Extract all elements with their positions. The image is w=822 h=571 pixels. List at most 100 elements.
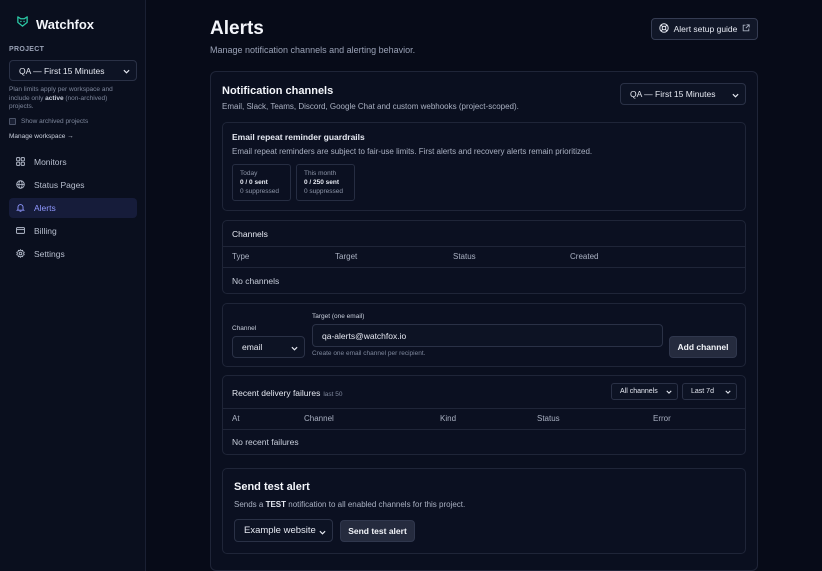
brand[interactable]: Watchfox — [16, 15, 94, 33]
failures-title-text: Recent delivery failures — [232, 388, 321, 398]
plan-note: Plan limits apply per workspace and incl… — [9, 86, 127, 112]
column-header-status: Status — [453, 252, 476, 261]
column-header-kind: Kind — [440, 414, 457, 423]
sidebar-item-status-pages[interactable]: Status Pages — [9, 175, 137, 195]
card-project-select[interactable]: QA — First 15 Minutes — [620, 83, 746, 105]
fox-logo-icon — [16, 15, 29, 33]
sidebar-item-monitors[interactable]: Monitors — [9, 152, 137, 172]
column-header-error: Error — [653, 414, 671, 423]
external-link-icon — [742, 24, 751, 34]
send-test-alert-button[interactable]: Send test alert — [340, 520, 415, 542]
sidebar-item-label: Alerts — [34, 203, 56, 213]
channel-type-select[interactable]: email — [232, 336, 305, 358]
target-label: Target (one email) — [312, 313, 365, 320]
sidebar-item-label: Settings — [34, 249, 65, 259]
divider — [223, 408, 745, 409]
chevron-down-icon — [732, 91, 739, 101]
sidebar-item-alerts[interactable]: Alerts — [9, 198, 137, 218]
sidebar-item-label: Monitors — [34, 157, 67, 167]
target-email-input[interactable]: qa-alerts@watchfox.io — [312, 324, 663, 347]
divider — [223, 267, 745, 268]
project-select-value: QA — First 15 Minutes — [19, 65, 105, 76]
page-subtitle: Manage notification channels and alertin… — [210, 45, 416, 55]
failures-channel-filter-value: All channels — [620, 388, 658, 395]
notification-channels-card: Notification channels Email, Slack, Team… — [210, 71, 758, 571]
project-label: PROJECT — [9, 46, 45, 53]
column-header-channel: Channel — [304, 414, 334, 423]
sidebar-nav: Monitors Status Pages Alerts Billing Set… — [9, 152, 137, 267]
alert-setup-guide-button[interactable]: Alert setup guide — [651, 18, 758, 40]
card-project-select-value: QA — First 15 Minutes — [630, 89, 716, 99]
sidebar-item-label: Billing — [34, 226, 57, 236]
card-title: Notification channels — [222, 85, 334, 97]
failures-range-filter[interactable]: Last 7d — [682, 383, 737, 400]
grid-icon — [16, 156, 25, 168]
show-archived-checkbox[interactable] — [9, 118, 16, 125]
stat-today-label: Today — [240, 170, 258, 177]
show-archived-toggle[interactable]: Show archived projects — [9, 118, 88, 125]
send-test-desc-bold: TEST — [265, 500, 287, 509]
brand-name: Watchfox — [36, 16, 95, 32]
send-test-description: Sends a TEST notification to all enabled… — [234, 500, 465, 509]
guardrails-title: Email repeat reminder guardrails — [232, 132, 365, 142]
channel-type-value: email — [242, 342, 263, 352]
add-channel-button[interactable]: Add channel — [669, 336, 737, 358]
chevron-down-icon — [291, 344, 298, 354]
guardrails-panel: Email repeat reminder guardrails Email r… — [222, 122, 746, 211]
globe-icon — [16, 179, 25, 191]
failures-range-filter-value: Last 7d — [691, 388, 714, 395]
bell-icon — [16, 203, 25, 214]
sidebar-item-billing[interactable]: Billing — [9, 221, 137, 241]
stat-month-suppressed: 0 suppressed — [304, 188, 344, 195]
channels-empty-state: No channels — [232, 276, 280, 286]
channels-table: Channels Type Target Status Created No c… — [222, 220, 746, 294]
column-header-status: Status — [537, 414, 560, 423]
chevron-down-icon — [123, 67, 130, 77]
guardrails-description: Email repeat reminders are subject to fa… — [232, 147, 593, 156]
failures-channel-filter[interactable]: All channels — [611, 383, 678, 400]
stat-month-sent: 0 / 250 sent — [304, 179, 340, 186]
page-title: Alerts — [210, 18, 264, 39]
target-email-value: qa-alerts@watchfox.io — [322, 330, 407, 341]
column-header-type: Type — [232, 252, 250, 261]
send-test-desc-text: Sends a — [234, 500, 266, 509]
chevron-down-icon — [666, 389, 672, 397]
sidebar-item-settings[interactable]: Settings — [9, 244, 137, 264]
divider — [223, 246, 745, 247]
channels-title: Channels — [232, 229, 268, 239]
stat-month: This month 0 / 250 sent 0 suppressed — [296, 164, 355, 201]
plan-note-active: active — [45, 94, 64, 102]
stat-today: Today 0 / 0 sent 0 suppressed — [232, 164, 291, 201]
sidebar: Watchfox PROJECT QA — First 15 Minutes P… — [0, 0, 146, 571]
chevron-down-icon — [319, 528, 326, 539]
main-content: Alerts Manage notification channels and … — [146, 0, 822, 571]
alert-setup-guide-label: Alert setup guide — [673, 24, 738, 34]
manage-workspace-link[interactable]: Manage workspace → — [9, 133, 74, 140]
card-subtitle: Email, Slack, Teams, Discord, Google Cha… — [222, 102, 519, 111]
send-test-title: Send test alert — [234, 481, 310, 493]
chevron-down-icon — [725, 389, 731, 397]
stat-today-suppressed: 0 suppressed — [240, 188, 280, 195]
failures-empty-state: No recent failures — [232, 437, 299, 447]
failures-subtitle: last 50 — [323, 391, 343, 398]
column-header-target: Target — [335, 252, 358, 261]
send-test-alert-panel: Send test alert Sends a TEST notificatio… — [222, 468, 746, 554]
add-channel-form: Channel email Target (one email) qa-aler… — [222, 303, 746, 367]
sidebar-item-label: Status Pages — [34, 180, 85, 190]
divider — [223, 429, 745, 430]
stat-month-label: This month — [304, 170, 337, 177]
lifebuoy-icon — [658, 23, 669, 35]
target-hint: Create one email channel per recipient. — [312, 350, 426, 357]
stat-today-sent: 0 / 0 sent — [240, 179, 268, 186]
credit-card-icon — [16, 226, 25, 237]
send-test-desc-rest: notification to all enabled channels for… — [286, 500, 466, 509]
test-monitor-select[interactable]: Example website — [234, 519, 333, 542]
project-select[interactable]: QA — First 15 Minutes — [9, 60, 137, 81]
column-header-created: Created — [570, 252, 599, 261]
gear-icon — [16, 248, 25, 260]
column-header-at: At — [232, 414, 240, 423]
test-monitor-value: Example website — [244, 525, 316, 536]
channel-type-label: Channel — [232, 325, 257, 332]
delivery-failures-table: Recent delivery failures last 50 All chan… — [222, 375, 746, 455]
failures-title: Recent delivery failures last 50 — [232, 388, 343, 398]
